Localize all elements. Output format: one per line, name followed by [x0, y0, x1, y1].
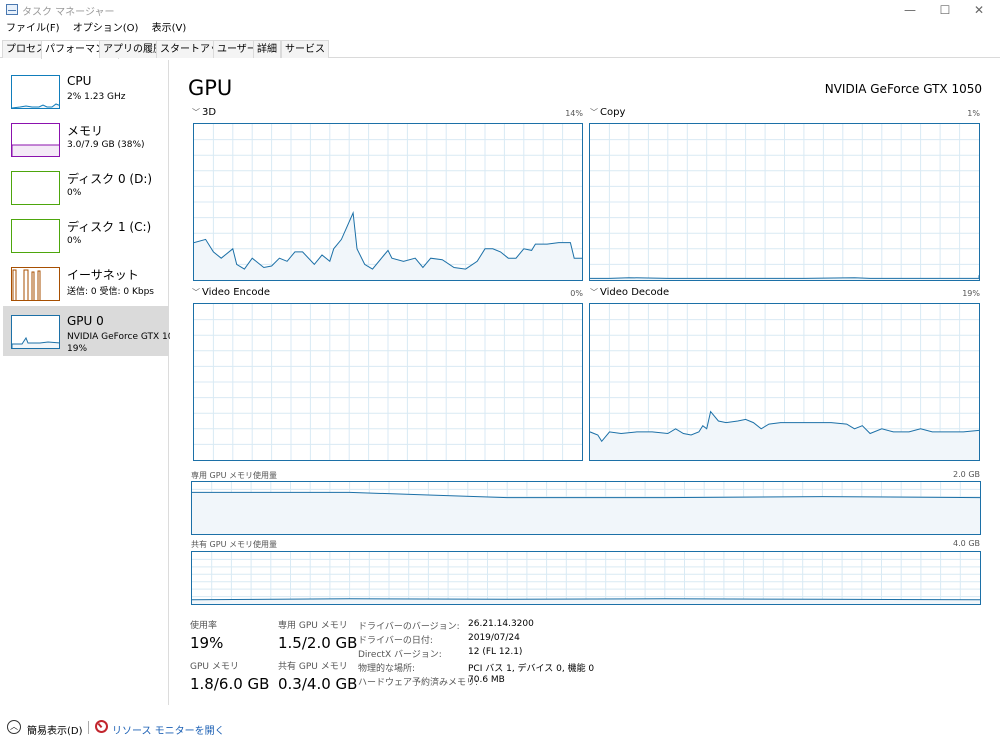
gpu-model-name: NVIDIA GeForce GTX 1050: [824, 82, 982, 96]
info-key-driver-date: ドライバーの日付:: [358, 636, 433, 646]
engine-max-copy: 1%: [967, 109, 980, 118]
gpu-mini-graph: [11, 315, 60, 349]
engine-selector-video-encode[interactable]: ﹀ Video Encode: [192, 287, 270, 298]
chevron-down-icon: ﹀: [590, 288, 598, 297]
sidebar-item-value: 2% 1.23 GHz: [67, 92, 126, 102]
tab-bar: プロセス パフォーマンス アプリの履歴 スタートアップ ユーザー 詳細 サービス: [0, 40, 1000, 59]
sidebar-item-disk-0[interactable]: ディスク 0 (D:) 0%: [3, 162, 169, 212]
sidebar-item-label: GPU 0: [67, 314, 104, 328]
sidebar-item-label: ディスク 1 (C:): [67, 220, 152, 234]
sidebar-item-memory[interactable]: メモリ 3.0/7.9 GB (38%): [3, 114, 169, 164]
title-bar: タスク マネージャー — ☐ ✕: [0, 0, 1000, 20]
usage-graph: [590, 124, 979, 280]
engine-max-video-decode: 19%: [962, 289, 980, 298]
memory-mini-graph: [11, 123, 60, 157]
tab-details[interactable]: 詳細: [253, 40, 281, 58]
sidebar-item-value: 0%: [67, 236, 82, 246]
window-title: タスク マネージャー: [22, 7, 115, 18]
cpu-mini-graph: [11, 75, 60, 109]
sidebar-item-cpu[interactable]: CPU 2% 1.23 GHz: [3, 66, 169, 116]
dedicated-gpu-memory-label: 専用 GPU メモリ: [278, 621, 348, 631]
sidebar-item-percent: 19%: [67, 344, 88, 354]
info-key-physical-location: 物理的な場所:: [358, 664, 416, 674]
task-manager-icon: [6, 4, 18, 15]
usage-graph: [194, 304, 582, 460]
chart-dedicated-memory: [191, 481, 981, 535]
info-value-driver-date: 2019/07/24: [468, 633, 520, 643]
dedicated-memory-max: 2.0 GB: [953, 470, 980, 479]
sidebar-item-label: イーサネット: [67, 268, 139, 282]
close-button[interactable]: ✕: [962, 0, 996, 20]
chart-video-decode: [589, 303, 980, 461]
open-resource-monitor-link[interactable]: リソース モニターを開く: [112, 722, 225, 737]
graph-grid: [194, 304, 582, 460]
disk-1-mini-graph: [11, 219, 60, 253]
chevron-up-icon[interactable]: ︿: [7, 720, 21, 734]
maximize-button[interactable]: ☐: [928, 0, 962, 20]
tab-services[interactable]: サービス: [281, 40, 329, 58]
graph-grid: [192, 552, 980, 604]
usage-graph: [590, 304, 979, 460]
sidebar-item-label: ディスク 0 (D:): [67, 172, 153, 186]
info-key-directx-version: DirectX バージョン:: [358, 650, 442, 660]
footer-bar: ︿ 簡易表示(D) リソース モニターを開く: [0, 715, 1000, 741]
menu-file[interactable]: ファイル(F): [6, 21, 60, 37]
engine-selector-video-decode[interactable]: ﹀ Video Decode: [590, 287, 669, 298]
usage-graph: [194, 124, 582, 280]
sidebar-item-label: メモリ: [67, 124, 104, 138]
sidebar-item-value: NVIDIA GeForce GTX 1050: [67, 332, 170, 342]
menu-bar: ファイル(F) オプション(O) 表示(V): [0, 21, 1000, 37]
fewer-details-button[interactable]: 簡易表示(D): [27, 722, 83, 737]
shared-gpu-memory-value: 0.3/4.0 GB: [278, 675, 358, 693]
info-value-reserved-memory: 70.6 MB: [468, 675, 505, 685]
shared-gpu-memory-label: 共有 GPU メモリ: [278, 662, 348, 672]
engine-max-video-encode: 0%: [570, 289, 583, 298]
chart-shared-memory: [191, 551, 981, 605]
resource-sidebar: CPU 2% 1.23 GHz メモリ 3.0/7.9 GB (38%) ディス…: [0, 60, 170, 705]
graph-area: [192, 492, 980, 534]
gpu-performance-panel: GPU NVIDIA GeForce GTX 1050 ﹀ 3D 14% ﹀ Cop…: [170, 60, 1000, 705]
utilization-value: 19%: [190, 634, 224, 652]
chart-copy: [589, 123, 980, 281]
menu-options[interactable]: オプション(O): [73, 21, 139, 37]
sidebar-item-value: 送信: 0 受信: 0 Kbps: [67, 287, 154, 297]
utilization-label: 使用率: [190, 621, 218, 631]
divider: [88, 721, 89, 734]
minimize-button[interactable]: —: [893, 0, 927, 20]
disk-0-mini-graph: [11, 171, 60, 205]
page-title: GPU: [188, 76, 233, 100]
gpu-memory-label: GPU メモリ: [190, 662, 239, 672]
shared-memory-max: 4.0 GB: [953, 539, 980, 548]
chart-video-encode: [193, 303, 583, 461]
graph-grid: [590, 124, 979, 280]
info-key-reserved-memory: ハードウェア予約済みメモリ:: [358, 678, 479, 688]
engine-max-3d: 14%: [565, 109, 583, 118]
menu-view[interactable]: 表示(V): [152, 21, 187, 37]
usage-graph: [192, 482, 980, 534]
info-value-driver-version: 26.21.14.3200: [468, 619, 534, 629]
info-key-driver-version: ドライバーのバージョン:: [358, 622, 460, 632]
engine-selector-copy[interactable]: ﹀ Copy: [590, 107, 625, 118]
chevron-down-icon: ﹀: [590, 108, 598, 117]
info-value-directx-version: 12 (FL 12.1): [468, 647, 523, 657]
ethernet-mini-graph: [11, 267, 60, 301]
sidebar-item-gpu-0[interactable]: GPU 0 NVIDIA GeForce GTX 1050 19%: [3, 306, 170, 356]
sidebar-item-value: 3.0/7.9 GB (38%): [67, 140, 145, 150]
sidebar-item-value: 0%: [67, 188, 82, 198]
dedicated-memory-label: 専用 GPU メモリ使用量: [191, 471, 277, 480]
sidebar-item-disk-1[interactable]: ディスク 1 (C:) 0%: [3, 210, 169, 260]
chevron-down-icon: ﹀: [192, 108, 200, 117]
sidebar-item-label: CPU: [67, 74, 92, 88]
dedicated-gpu-memory-value: 1.5/2.0 GB: [278, 634, 358, 652]
chevron-down-icon: ﹀: [192, 288, 200, 297]
gpu-memory-value: 1.8/6.0 GB: [190, 675, 270, 693]
shared-memory-label: 共有 GPU メモリ使用量: [191, 540, 277, 549]
resource-monitor-icon[interactable]: [95, 720, 108, 733]
engine-selector-3d[interactable]: ﹀ 3D: [192, 107, 216, 118]
info-value-physical-location: PCI バス 1, デバイス 0, 機能 0: [468, 664, 595, 674]
sidebar-item-ethernet[interactable]: イーサネット 送信: 0 受信: 0 Kbps: [3, 258, 169, 308]
usage-graph: [192, 552, 980, 604]
chart-3d: [193, 123, 583, 281]
